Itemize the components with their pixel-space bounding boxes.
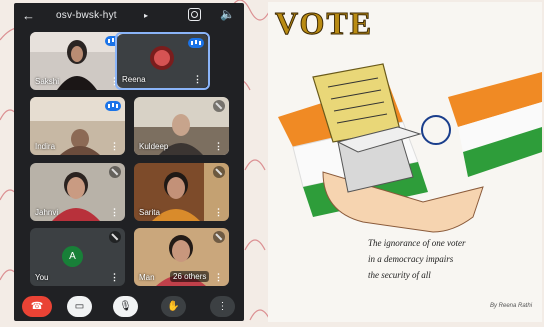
participant-name: Sakshi	[35, 77, 60, 86]
participant-name: Jahnvi	[35, 208, 59, 217]
participant-name: Sarita	[139, 208, 160, 217]
mic-off-icon	[109, 231, 121, 243]
participant-tile-jahnvi[interactable]: Jahnvi ⋮	[30, 163, 125, 221]
participant-tile-indira[interactable]: Indira ⋮	[30, 97, 125, 155]
more-vert-icon[interactable]: ⋮	[214, 272, 223, 283]
active-speaker-outline	[115, 32, 210, 90]
switch-camera-icon[interactable]	[188, 8, 201, 21]
mic-off-icon	[213, 166, 225, 178]
speaker-icon[interactable]: 🔈	[220, 7, 235, 21]
others-count-badge[interactable]: 26 others	[170, 271, 210, 282]
caret-right-icon[interactable]: ▸	[144, 11, 148, 20]
poster-signature: By Reena Rathi	[490, 303, 533, 309]
more-vert-icon[interactable]: ⋮	[214, 207, 223, 218]
meeting-code[interactable]: osv-bwsk-hyt	[56, 10, 117, 21]
raise-hand-button[interactable]: ✋	[161, 296, 186, 317]
participant-name: You	[35, 273, 49, 282]
participant-name: Indira	[35, 142, 56, 151]
participant-name: Man	[139, 273, 155, 282]
quote-line: The ignorance of one voter	[368, 238, 466, 248]
meet-control-bar: ☎ ▭ 🎙 ✋ ⋮	[14, 292, 244, 321]
more-vert-icon[interactable]: ⋮	[110, 141, 119, 152]
more-vert-icon[interactable]: ⋮	[110, 207, 119, 218]
participant-name: Kuldeep	[139, 142, 169, 151]
participant-tile-kuldeep[interactable]: Kuldeep ⋮	[134, 97, 229, 155]
participant-tile-sarita[interactable]: Sarita ⋮	[134, 163, 229, 221]
speaking-indicator-icon	[105, 101, 121, 111]
more-options-button[interactable]: ⋮	[210, 296, 235, 317]
quote-line: the security of all	[368, 270, 431, 280]
participant-tile-others[interactable]: Man 26 others ⋮	[134, 228, 229, 286]
more-vert-icon[interactable]: ⋮	[110, 272, 119, 283]
participant-tile-you[interactable]: A You ⋮	[30, 228, 125, 286]
back-arrow-icon[interactable]: ←	[22, 8, 35, 23]
mic-off-button[interactable]: 🎙	[113, 296, 138, 317]
participant-tile-sakshi[interactable]: Sakshi ⋮	[30, 32, 125, 90]
meet-top-bar: ← osv-bwsk-hyt ▸ 🔈	[14, 3, 244, 29]
poster-quote: The ignorance of one voter in a democrac…	[368, 235, 538, 283]
poster-heading: VOTE	[274, 5, 374, 42]
mic-off-icon	[213, 231, 225, 243]
mic-off-icon	[213, 100, 225, 112]
meet-phone-screen: ← osv-bwsk-hyt ▸ 🔈 Sakshi ⋮ Reena ⋮ Indi…	[14, 3, 244, 321]
camera-off-button[interactable]: ▭	[67, 296, 92, 317]
more-vert-icon[interactable]: ⋮	[214, 141, 223, 152]
avatar: A	[62, 246, 83, 267]
mic-off-icon	[109, 166, 121, 178]
quote-line: in a democracy impairs	[368, 254, 454, 264]
end-call-button[interactable]: ☎	[22, 296, 52, 317]
